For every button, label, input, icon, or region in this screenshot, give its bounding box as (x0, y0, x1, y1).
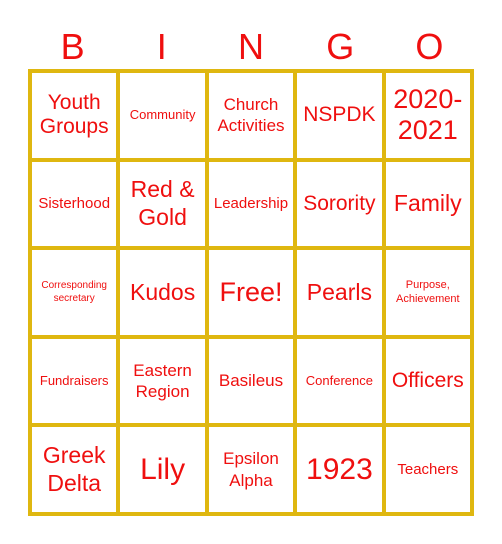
bingo-cell[interactable]: Lily (120, 427, 205, 512)
bingo-cell[interactable]: NSPDK (297, 73, 382, 158)
header-letter-n: N (237, 26, 264, 67)
bingo-header: B I N G O (28, 22, 474, 72)
free-space-cell[interactable]: Free! (208, 250, 294, 335)
header-letter-b: B (60, 26, 85, 67)
bingo-cell[interactable]: Sisterhood (32, 161, 117, 247)
bingo-cell[interactable]: Basileus (208, 338, 294, 424)
bingo-cell[interactable]: Corresponding secretary (32, 250, 117, 335)
bingo-cell[interactable]: Pearls (297, 250, 382, 335)
bingo-cell[interactable]: Epsilon Alpha (208, 427, 294, 512)
bingo-cell[interactable]: Purpose, Achievement (385, 250, 470, 335)
bingo-cell[interactable]: Teachers (385, 427, 470, 512)
header-letter-o: O (415, 26, 444, 67)
bingo-cell[interactable]: Greek Delta (32, 427, 117, 512)
bingo-cell[interactable]: Church Activities (208, 73, 294, 158)
bingo-cell[interactable]: Red & Gold (120, 161, 205, 247)
bingo-cell[interactable]: 2020-2021 (385, 73, 470, 158)
bingo-cell[interactable]: Family (385, 161, 470, 247)
bingo-cell[interactable]: Conference (297, 338, 382, 424)
bingo-cell[interactable]: Sorority (297, 161, 382, 247)
bingo-cell[interactable]: Fundraisers (32, 338, 117, 424)
bingo-board: Youth Groups Community Church Activities… (28, 69, 474, 516)
bingo-cell[interactable]: Officers (385, 338, 470, 424)
header-letter-g: G (326, 26, 355, 67)
bingo-cell[interactable]: Leadership (208, 161, 294, 247)
bingo-cell[interactable]: Eastern Region (120, 338, 205, 424)
bingo-cell[interactable]: Kudos (120, 250, 205, 335)
bingo-cell[interactable]: Community (120, 73, 205, 158)
bingo-cell[interactable]: Youth Groups (32, 73, 117, 158)
bingo-cell[interactable]: 1923 (297, 427, 382, 512)
header-letter-i: I (156, 26, 167, 67)
